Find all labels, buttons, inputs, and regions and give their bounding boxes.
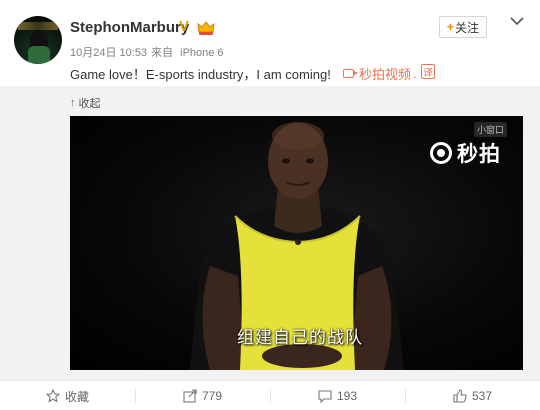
repost-button[interactable]: 779 [135, 381, 270, 410]
video-link-dot: . [413, 66, 417, 81]
post-source-device[interactable]: iPhone 6 [180, 47, 223, 59]
repost-icon [183, 389, 197, 403]
video-link[interactable]: 秒拍视频 . [343, 64, 417, 83]
post-meta: 10月24日 10:53 来自 iPhone 6 [70, 44, 228, 60]
like-count: 537 [471, 389, 493, 403]
miaopai-watermark-label: 秒拍 [457, 143, 501, 166]
member-crown-icon[interactable] [197, 20, 215, 36]
post-action-bar: 收藏 779 193 537 [0, 380, 540, 410]
comment-count: 193 [336, 389, 358, 403]
translate-button[interactable]: 译 [421, 64, 435, 79]
video-subtitle: 组建自己的战队 [237, 328, 363, 347]
collapse-label: 收起 [78, 98, 101, 110]
favorite-button[interactable]: 收藏 [0, 381, 135, 410]
collapse-button[interactable]: ↑ 收起 [70, 95, 101, 111]
video-camera-icon [343, 69, 358, 78]
chevron-down-icon[interactable] [510, 16, 524, 26]
video-player[interactable]: 小窗口 秒拍 组建自己的战队 [70, 116, 523, 370]
follow-button[interactable]: + 关注 [439, 16, 487, 38]
star-icon [45, 389, 60, 403]
post-timestamp[interactable]: 10月24日 10:53 [70, 47, 147, 59]
plus-icon: + [446, 20, 454, 34]
repost-count: 779 [201, 389, 223, 403]
comment-icon [318, 390, 332, 403]
user-name[interactable]: StephonMarbury [70, 19, 189, 36]
avatar-stadium-lights [18, 22, 58, 30]
mini-window-button[interactable]: 小窗口 [474, 122, 508, 137]
post-text: Game love！E-sports industry，I am coming! [70, 67, 331, 82]
miaopai-watermark: 秒拍 [430, 138, 501, 168]
favorite-label: 收藏 [64, 389, 89, 404]
source-prefix: 来自 [151, 47, 174, 59]
thumbs-up-icon [453, 389, 467, 403]
avatar-jersey [28, 46, 50, 64]
like-button[interactable]: 537 [405, 381, 540, 410]
arrow-up-icon: ↑ [70, 97, 76, 109]
video-link-label: 秒拍视频 [359, 67, 412, 82]
verified-v-icon[interactable]: V [179, 19, 193, 34]
follow-label: 关注 [455, 20, 480, 35]
comment-button[interactable]: 193 [270, 381, 405, 410]
user-avatar[interactable] [14, 16, 62, 64]
miaopai-logo-icon [430, 142, 452, 164]
weibo-post-card: StephonMarbury V 10月24日 10:53 来自 iPhone 6… [0, 0, 540, 410]
